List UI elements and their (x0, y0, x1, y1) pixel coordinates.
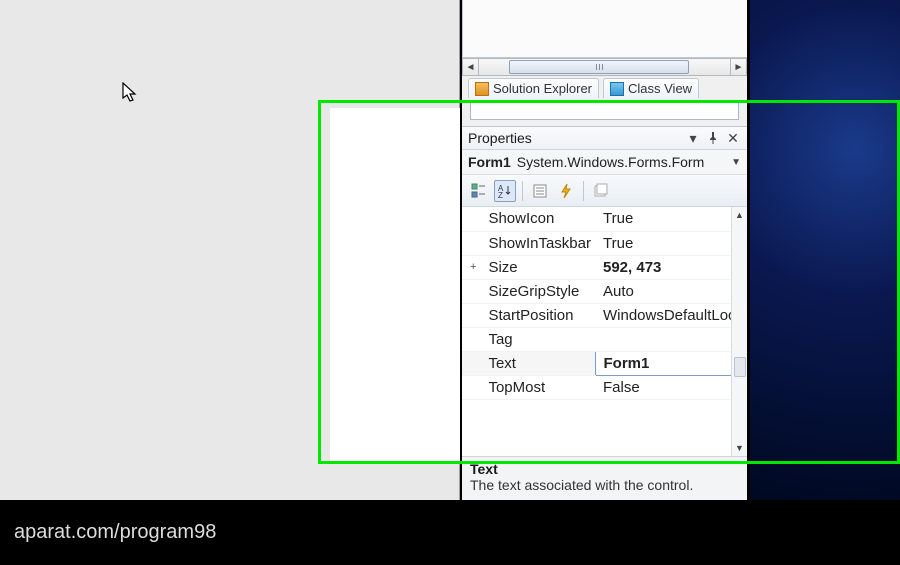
scroll-up-arrow-icon[interactable]: ▲ (732, 207, 747, 223)
property-row[interactable]: SizeGripStyleAuto (462, 279, 747, 303)
property-row[interactable]: +Size592, 473 (462, 255, 747, 279)
horizontal-scrollbar[interactable]: ◄ ► (462, 58, 747, 76)
property-value[interactable]: True (595, 231, 747, 255)
properties-toolbar: AZ (462, 175, 747, 207)
chevron-down-icon: ▼ (731, 157, 741, 168)
scroll-thumb[interactable] (509, 60, 689, 74)
property-value[interactable]: False (595, 375, 747, 399)
property-value[interactable]: Form1 (595, 351, 747, 375)
blank-panel (330, 108, 460, 462)
pin-icon[interactable] (705, 130, 721, 146)
description-text: The text associated with the control. (470, 477, 739, 493)
property-value[interactable]: Auto (595, 279, 747, 303)
property-row[interactable]: TopMostFalse (462, 375, 747, 399)
window-position-icon[interactable]: ▾ (685, 130, 701, 146)
property-row[interactable]: StartPositionWindowsDefaultLocation (462, 303, 747, 327)
vertical-scrollbar[interactable]: ▲ ▼ (731, 207, 747, 456)
expand-toggle (462, 207, 480, 231)
object-type: System.Windows.Forms.Form (517, 154, 704, 170)
expand-toggle (462, 351, 480, 375)
scroll-right-arrow-icon[interactable]: ► (730, 59, 746, 75)
scroll-left-arrow-icon[interactable]: ◄ (463, 59, 479, 75)
property-name: TopMost (480, 375, 595, 399)
expand-toggle (462, 231, 480, 255)
desktop-background (750, 0, 900, 500)
top-panel-blank (462, 0, 747, 58)
right-panel-column: ◄ ► Solution Explorer Class View Propert… (462, 0, 747, 500)
property-value[interactable] (595, 327, 747, 351)
property-value[interactable]: 592, 473 (595, 255, 747, 279)
panel-tabs: Solution Explorer Class View (462, 76, 747, 98)
property-name: StartPosition (480, 303, 595, 327)
events-button[interactable] (555, 180, 577, 202)
expand-toggle (462, 279, 480, 303)
property-name: Size (480, 255, 595, 279)
property-row[interactable]: ShowIconTrue (462, 207, 747, 231)
categorized-button[interactable] (468, 180, 490, 202)
properties-grid[interactable]: ShowIconTrueShowInTaskbarTrue+Size592, 4… (462, 207, 747, 456)
watermark-text: aparat.com/program98 (14, 521, 216, 544)
class-view-icon (610, 82, 624, 96)
property-name: Tag (480, 327, 595, 351)
property-row[interactable]: ShowInTaskbarTrue (462, 231, 747, 255)
object-selector[interactable]: Form1 System.Windows.Forms.Form ▼ (462, 150, 747, 175)
expand-toggle[interactable]: + (462, 255, 480, 279)
properties-titlebar: Properties ▾ ✕ (462, 127, 747, 150)
toolbar-separator (522, 181, 523, 201)
expand-toggle (462, 303, 480, 327)
alphabetical-button[interactable]: AZ (494, 180, 516, 202)
property-pages-button[interactable] (590, 180, 612, 202)
expand-toggle (462, 327, 480, 351)
properties-panel: Properties ▾ ✕ Form1 System.Windows.Form… (462, 126, 747, 506)
property-row[interactable]: Tag (462, 327, 747, 351)
property-name: ShowInTaskbar (480, 231, 595, 255)
tab-solution-explorer[interactable]: Solution Explorer (468, 78, 599, 98)
svg-text:Z: Z (498, 191, 503, 199)
description-name: Text (470, 461, 739, 477)
toolbar-separator (583, 181, 584, 201)
property-row[interactable]: TextForm1 (462, 351, 747, 375)
scroll-thumb-vertical[interactable] (734, 357, 746, 377)
property-value[interactable]: True (595, 207, 747, 231)
property-value[interactable]: WindowsDefaultLocation (595, 303, 747, 327)
tab-class-view[interactable]: Class View (603, 78, 699, 98)
video-watermark-bar: aparat.com/program98 (0, 500, 900, 565)
expand-toggle (462, 375, 480, 399)
scroll-down-arrow-icon[interactable]: ▼ (732, 440, 747, 456)
property-name: ShowIcon (480, 207, 595, 231)
property-name: SizeGripStyle (480, 279, 595, 303)
close-icon[interactable]: ✕ (725, 130, 741, 146)
solution-explorer-icon (475, 82, 489, 96)
tab-label: Solution Explorer (493, 81, 592, 96)
property-name: Text (480, 351, 595, 375)
panel-combobox[interactable] (470, 100, 739, 120)
property-description: Text The text associated with the contro… (462, 456, 747, 506)
scroll-track[interactable] (479, 59, 730, 75)
properties-title-text: Properties (468, 130, 532, 146)
tab-label: Class View (628, 81, 692, 96)
object-name: Form1 (468, 154, 511, 170)
properties-button[interactable] (529, 180, 551, 202)
